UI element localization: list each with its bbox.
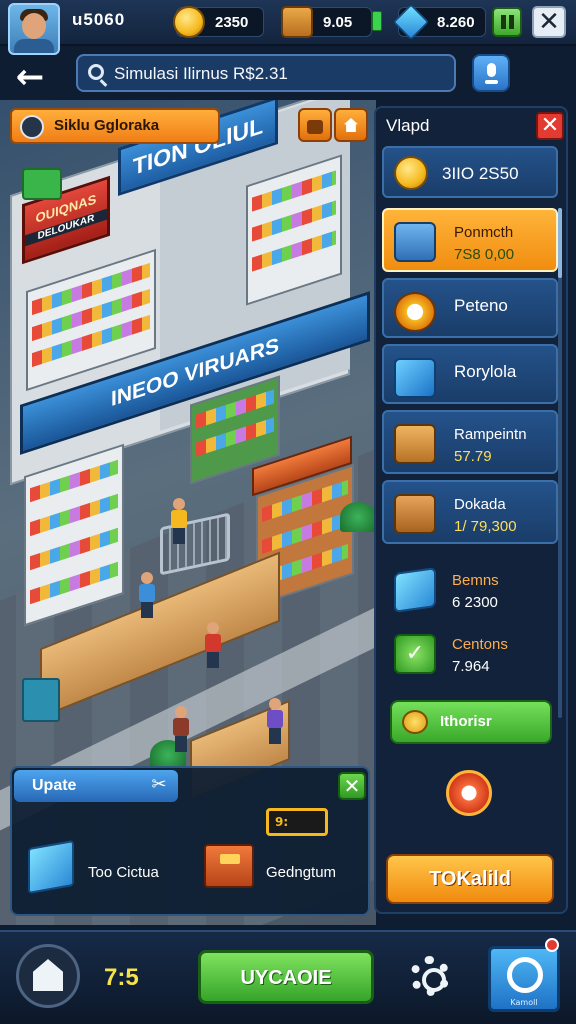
profile-button[interactable]: Kamoll	[488, 946, 560, 1012]
pause-button[interactable]	[492, 7, 522, 37]
panel-card-label: Peteno	[454, 296, 508, 315]
tools-icon[interactable]: ✂	[148, 774, 170, 796]
clock-icon	[20, 115, 44, 139]
chest-icon	[281, 6, 313, 38]
panel-item-value: 7.964	[452, 658, 490, 675]
cube-icon	[394, 567, 436, 613]
panel-card-coins[interactable]: 3IIO 2S50	[382, 146, 558, 198]
coin-stack-icon	[402, 710, 428, 734]
crate-stamp-icon	[394, 494, 436, 534]
cashier-figure[interactable]	[172, 706, 190, 752]
chests-value: 9.05	[323, 14, 353, 31]
panel-card-value: 7S8 0,00	[454, 246, 515, 263]
panel-item-value: 6 2300	[452, 594, 498, 611]
update-item-label: Too Cictua	[88, 864, 159, 881]
orange-action-label: TOKalild	[429, 868, 511, 890]
customer-figure[interactable]	[266, 698, 284, 744]
update-item-label: Gedngtum	[266, 864, 337, 881]
profile-caption: Kamoll	[510, 998, 538, 1007]
panel-card-selected[interactable]: Ponmcth 7S8 0,00	[382, 208, 558, 272]
customer-figure[interactable]	[204, 622, 222, 668]
avatar-face	[22, 13, 46, 39]
gems-value: 8.260	[437, 14, 475, 31]
device-icon	[394, 222, 436, 262]
side-panel-title: Vlapd	[386, 116, 430, 135]
cube-icon	[28, 839, 74, 895]
customer-figure[interactable]	[170, 498, 188, 544]
panel-item-name: Bemns	[452, 572, 499, 589]
crate-icon	[394, 424, 436, 464]
bottom-bar: 7:5 UYCAOIE Kamoll	[0, 930, 576, 1024]
panel-card-value: 57.79	[454, 448, 492, 465]
player-id: u5060	[72, 10, 126, 29]
panel-card[interactable]: Peteno	[382, 278, 558, 338]
gem-icon	[392, 3, 430, 41]
coins-value: 2350	[215, 14, 249, 31]
coin-icon	[173, 6, 205, 38]
ring-icon	[507, 957, 543, 993]
check-icon: ✓	[394, 634, 436, 674]
coin-icon	[394, 156, 428, 190]
green-action-label: Ithorisr	[440, 713, 492, 730]
cube-blue-icon	[394, 358, 436, 398]
update-panel: Upate ✂ ✕ 9: Too Cictua Gedngtum	[10, 766, 370, 916]
close-button[interactable]: ✕	[532, 6, 566, 38]
search-text: Simulasi Ilirnus R$2.31	[114, 64, 288, 83]
microphone-button[interactable]	[472, 54, 510, 92]
orange-action-button[interactable]: TOKalild	[386, 854, 554, 904]
store-name-label: Siklu Ggloraka	[54, 117, 160, 134]
resource-bar: u5060 2350 9.05 8.260 ✕	[0, 0, 576, 55]
plant-icon	[340, 502, 376, 532]
coins-counter[interactable]: 2350	[173, 6, 264, 38]
home-button[interactable]	[334, 108, 368, 142]
battery-icon	[372, 11, 382, 31]
upgrade-label: UYCAOIE	[240, 967, 332, 989]
update-item[interactable]: Too Cictua	[28, 830, 188, 900]
cog-icon	[394, 292, 436, 332]
search-field[interactable]: Simulasi Ilirnus R$2.31	[76, 54, 456, 92]
avatar-shirt	[14, 39, 54, 53]
confirm-button[interactable]: ✕	[338, 772, 366, 800]
panel-card-name: Dokada	[454, 496, 506, 513]
panel-card-label: Rorylola	[454, 362, 517, 381]
panel-card-value: 1/ 79,300	[454, 518, 517, 535]
panel-item-name: Centons	[452, 636, 508, 653]
side-panel-close-button[interactable]: ✕	[536, 112, 564, 140]
chests-counter[interactable]: 9.05	[281, 6, 372, 38]
trash-bin-icon[interactable]	[22, 678, 60, 722]
green-sign-icon	[22, 168, 62, 200]
notification-dot-icon	[545, 938, 559, 952]
back-arrow-icon[interactable]: ←	[10, 58, 50, 98]
shelf-products	[30, 527, 118, 571]
home-icon[interactable]	[16, 944, 80, 1008]
search-icon	[88, 64, 104, 80]
bag-button[interactable]	[298, 108, 332, 142]
gear-icon[interactable]	[410, 956, 450, 996]
alarm-icon[interactable]	[446, 770, 492, 816]
panel-card-label: 3IIO 2S50	[442, 164, 519, 183]
gems-counter[interactable]: 8.260	[392, 3, 486, 41]
box-icon	[204, 844, 254, 888]
update-item[interactable]: Gedngtum	[204, 830, 364, 900]
panel-item[interactable]: Bemns 6 2300	[382, 562, 558, 622]
side-panel-scrollbar[interactable]	[558, 208, 562, 718]
panel-card[interactable]: Rorylola	[382, 344, 558, 404]
store-name-tag[interactable]: Siklu Ggloraka	[10, 108, 220, 144]
customer-figure[interactable]	[138, 572, 156, 618]
panel-item[interactable]: ✓ Centons 7.964	[382, 626, 558, 686]
panel-card[interactable]: Rampeintn 57.79	[382, 410, 558, 474]
timer-text: 7:5	[104, 964, 139, 991]
side-panel: Vlapd ✕ 3IIO 2S50 Ponmcth 7S8 0,00 Peten…	[374, 106, 568, 914]
update-header: Upate ✂	[14, 770, 178, 802]
shelf-products	[30, 561, 118, 605]
panel-card-name: Rampeintn	[454, 426, 527, 443]
update-title: Upate	[32, 777, 77, 794]
panel-card-name: Ponmcth	[454, 224, 514, 241]
panel-card[interactable]: Dokada 1/ 79,300	[382, 480, 558, 544]
player-avatar[interactable]	[8, 3, 60, 55]
shelf-products	[30, 493, 118, 537]
green-action-button[interactable]: Ithorisr	[390, 700, 552, 744]
upgrade-button[interactable]: UYCAOIE	[198, 950, 374, 1004]
